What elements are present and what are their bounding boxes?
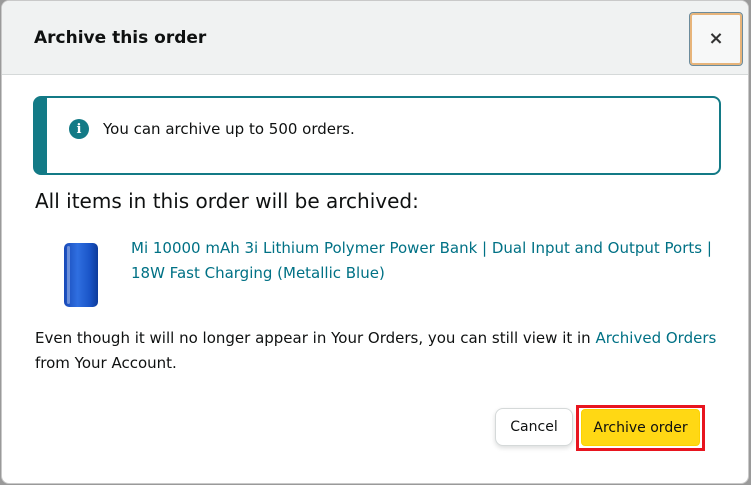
- info-alert: i You can archive up to 500 orders.: [33, 96, 721, 175]
- product-title-link[interactable]: Mi 10000 mAh 3i Lithium Polymer Power Ba…: [131, 236, 721, 286]
- dialog-header: Archive this order ×: [2, 1, 748, 75]
- archive-order-button[interactable]: Archive order: [581, 409, 700, 446]
- items-heading: All items in this order will be archived…: [35, 189, 419, 213]
- power-bank-image[interactable]: [64, 243, 98, 307]
- info-text-after: from Your Account.: [35, 354, 177, 372]
- alert-text: You can archive up to 500 orders.: [103, 120, 355, 138]
- dialog-title: Archive this order: [34, 28, 207, 48]
- close-icon: ×: [708, 28, 724, 49]
- info-paragraph: Even though it will no longer appear in …: [35, 326, 725, 376]
- info-icon: i: [69, 119, 89, 139]
- archived-orders-link[interactable]: Archived Orders: [595, 329, 716, 347]
- info-text-before: Even though it will no longer appear in …: [35, 329, 596, 347]
- close-button[interactable]: ×: [689, 12, 743, 66]
- cancel-button[interactable]: Cancel: [495, 408, 573, 446]
- archive-order-dialog: Archive this order × i You can archive u…: [1, 0, 749, 484]
